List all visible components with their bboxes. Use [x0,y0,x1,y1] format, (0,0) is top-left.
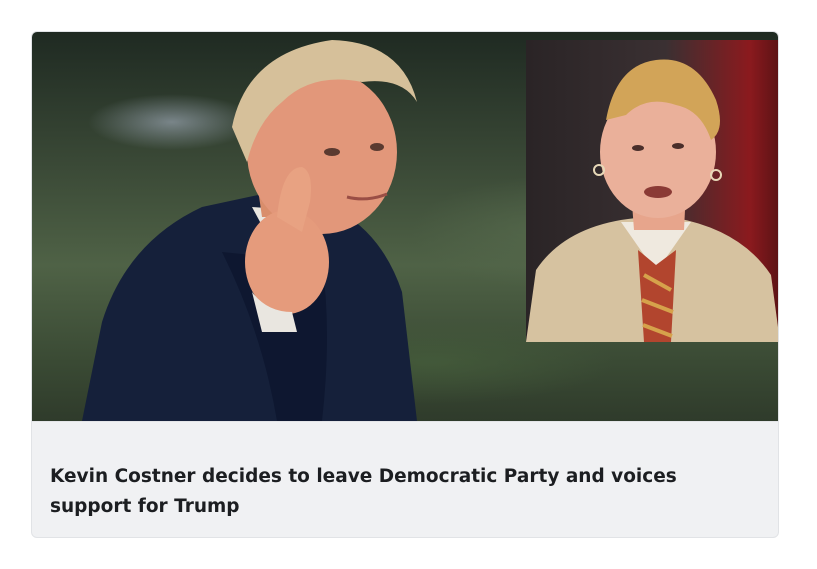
inset-photo-subject [526,59,778,342]
main-photo-subject [82,40,417,421]
inset-photo [526,40,778,342]
article-caption: Kevin Costner decides to leave Democrati… [32,421,778,537]
article-image[interactable] [32,32,778,421]
article-headline[interactable]: Kevin Costner decides to leave Democrati… [50,462,760,522]
article-card[interactable]: Kevin Costner decides to leave Democrati… [31,31,779,538]
